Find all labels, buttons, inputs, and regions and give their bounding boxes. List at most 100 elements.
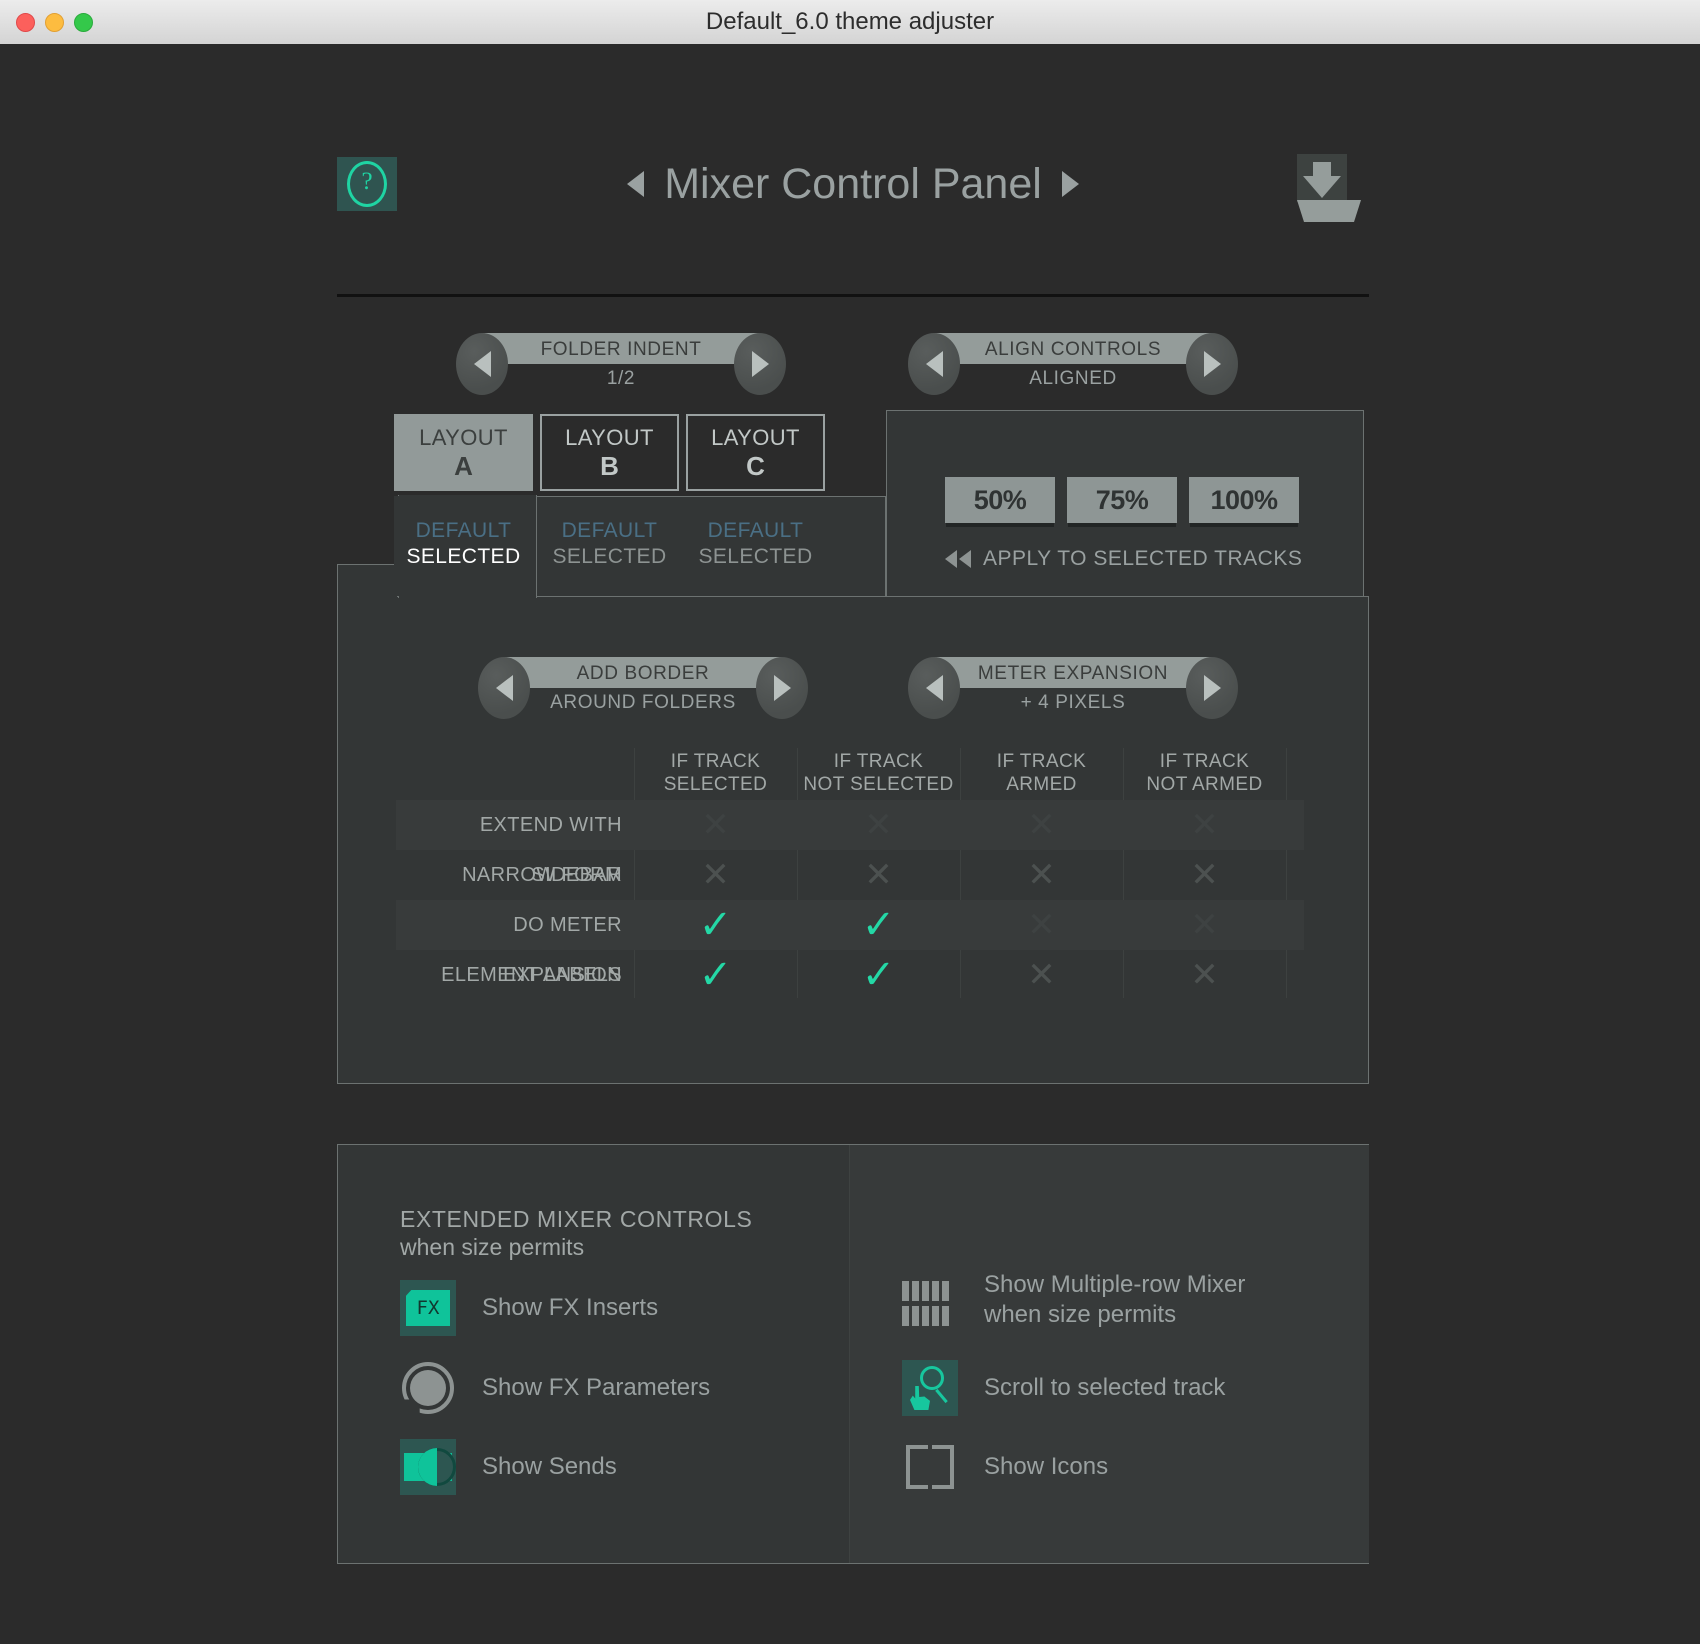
triangle-left-icon — [496, 675, 513, 701]
option-sublabel: when size permits — [984, 1300, 1245, 1330]
fx-inserts-icon[interactable]: FX — [400, 1280, 456, 1336]
spinner-label: ADD BORDER — [504, 657, 782, 688]
x-icon: ✕ — [1027, 808, 1056, 842]
option-label: Show Sends — [482, 1452, 617, 1482]
matrix-cell[interactable]: ✕ — [960, 900, 1123, 950]
layout-subtab-c[interactable]: DEFAULT SELECTED — [686, 496, 825, 596]
spinner-decrement-button[interactable] — [908, 657, 960, 719]
extended-mixer-controls-panel: EXTENDED MIXER CONTROLS when size permit… — [337, 1144, 1369, 1564]
spinner-value: ALIGNED — [934, 364, 1212, 395]
x-icon: ✕ — [864, 808, 893, 842]
layout-tab-label: LAYOUT — [419, 425, 508, 451]
layout-default-label[interactable]: DEFAULT — [708, 518, 804, 544]
scroll-to-track-icon[interactable] — [902, 1360, 958, 1416]
spinner-folder-indent[interactable]: FOLDER INDENT 1/2 — [456, 333, 786, 395]
matrix-cell[interactable]: ✕ — [960, 950, 1123, 1000]
spinner-increment-button[interactable] — [1186, 657, 1238, 719]
x-icon: ✕ — [1190, 808, 1219, 842]
option-scroll-to-selected-track[interactable]: Scroll to selected track — [902, 1360, 1225, 1416]
multi-row-mixer-icon[interactable] — [902, 1272, 958, 1328]
matrix-cell[interactable]: ✕ — [1123, 850, 1286, 900]
layout-default-label[interactable]: DEFAULT — [416, 518, 512, 544]
track-state-matrix: IF TRACK SELECTED IF TRACK NOT SELECTED … — [396, 744, 1304, 1000]
matrix-cell[interactable]: ✕ — [797, 800, 960, 850]
check-icon: ✓ — [862, 908, 896, 942]
header-divider — [337, 294, 1369, 297]
double-left-arrow-icon — [945, 550, 971, 568]
check-icon: ✓ — [699, 908, 733, 942]
scale-button-75[interactable]: 75% — [1067, 477, 1177, 523]
option-label: Show FX Parameters — [482, 1373, 710, 1403]
layout-selected-label[interactable]: SELECTED — [698, 544, 812, 570]
triangle-right-icon — [774, 675, 791, 701]
matrix-row-label: ELEMENT LABELS — [396, 950, 634, 1000]
layout-selected-label[interactable]: SELECTED — [552, 544, 666, 570]
spinner-decrement-button[interactable] — [478, 657, 530, 719]
spinner-decrement-button[interactable] — [456, 333, 508, 395]
matrix-cell[interactable]: ✓ — [634, 900, 797, 950]
window-title: Default_6.0 theme adjuster — [0, 0, 1700, 44]
apply-to-selected-tracks[interactable]: APPLY TO SELECTED TRACKS — [945, 544, 1305, 574]
option-show-multi-row-mixer[interactable]: Show Multiple-row Mixer when size permit… — [902, 1270, 1245, 1330]
triangle-right-icon — [1204, 351, 1221, 377]
matrix-cell[interactable]: ✕ — [634, 800, 797, 850]
spinner-label: FOLDER INDENT — [482, 333, 760, 364]
scale-button-50[interactable]: 50% — [945, 477, 1055, 523]
layout-tab-a[interactable]: LAYOUT A — [394, 414, 533, 491]
scale-button-label: 50% — [974, 485, 1027, 516]
option-show-icons[interactable]: Show Icons — [902, 1439, 1108, 1495]
layout-default-label[interactable]: DEFAULT — [562, 518, 658, 544]
layout-selected-label[interactable]: SELECTED — [406, 544, 520, 570]
matrix-cell[interactable]: ✓ — [797, 900, 960, 950]
x-icon: ✕ — [1190, 958, 1219, 992]
spinner-increment-button[interactable] — [1186, 333, 1238, 395]
spinner-meter-expansion[interactable]: METER EXPANSION + 4 PIXELS — [908, 657, 1238, 719]
matrix-cell[interactable]: ✕ — [960, 800, 1123, 850]
spinner-label: ALIGN CONTROLS — [934, 333, 1212, 364]
x-icon: ✕ — [864, 858, 893, 892]
matrix-column-header: IF TRACK ARMED — [960, 744, 1123, 800]
table-row: ELEMENT LABELS ✓ ✓ ✕ ✕ — [396, 950, 1304, 1000]
matrix-cell[interactable]: ✕ — [797, 850, 960, 900]
triangle-right-icon[interactable] — [1062, 171, 1079, 197]
option-show-sends[interactable]: Show Sends — [400, 1439, 617, 1495]
spinner-value: AROUND FOLDERS — [504, 688, 782, 719]
matrix-column-header: IF TRACK NOT ARMED — [1123, 744, 1286, 800]
download-icon[interactable] — [1297, 154, 1353, 214]
spinner-align-controls[interactable]: ALIGN CONTROLS ALIGNED — [908, 333, 1238, 395]
spinner-increment-button[interactable] — [756, 657, 808, 719]
layout-tab-b[interactable]: LAYOUT B — [540, 414, 679, 491]
matrix-cell[interactable]: ✕ — [634, 850, 797, 900]
sends-icon[interactable] — [400, 1439, 456, 1495]
x-icon: ✕ — [1190, 858, 1219, 892]
option-show-fx-inserts[interactable]: FX Show FX Inserts — [400, 1280, 658, 1336]
matrix-cell[interactable]: ✕ — [1123, 900, 1286, 950]
matrix-cell[interactable]: ✕ — [960, 850, 1123, 900]
triangle-left-icon[interactable] — [627, 171, 644, 197]
knob-icon[interactable] — [400, 1360, 456, 1416]
layout-subtab-b[interactable]: DEFAULT SELECTED — [540, 496, 679, 596]
app-body: ? Mixer Control Panel FOLDER INDENT 1/2 … — [0, 44, 1700, 1644]
option-show-fx-parameters[interactable]: Show FX Parameters — [400, 1360, 710, 1416]
matrix-cell[interactable]: ✓ — [634, 950, 797, 1000]
spinner-increment-button[interactable] — [734, 333, 786, 395]
spinner-add-border[interactable]: ADD BORDER AROUND FOLDERS — [478, 657, 808, 719]
triangle-left-icon — [926, 675, 943, 701]
matrix-cell[interactable]: ✓ — [797, 950, 960, 1000]
matrix-cell[interactable]: ✕ — [1123, 950, 1286, 1000]
extended-heading-line2: when size permits — [400, 1233, 752, 1261]
spinner-decrement-button[interactable] — [908, 333, 960, 395]
matrix-cell[interactable]: ✕ — [1123, 800, 1286, 850]
layout-subtab-a[interactable]: DEFAULT SELECTED — [394, 496, 533, 596]
extended-heading-line1: EXTENDED MIXER CONTROLS — [400, 1205, 752, 1233]
option-label: Show FX Inserts — [482, 1293, 658, 1323]
triangle-left-icon — [474, 351, 491, 377]
x-icon: ✕ — [1027, 858, 1056, 892]
option-label-block: Show Multiple-row Mixer when size permit… — [984, 1270, 1245, 1330]
x-icon: ✕ — [701, 858, 730, 892]
layout-tab-c[interactable]: LAYOUT C — [686, 414, 825, 491]
scale-button-100[interactable]: 100% — [1189, 477, 1299, 523]
matrix-column-header: IF TRACK SELECTED — [634, 744, 797, 800]
x-icon: ✕ — [1027, 958, 1056, 992]
show-icons-icon[interactable] — [902, 1439, 958, 1495]
